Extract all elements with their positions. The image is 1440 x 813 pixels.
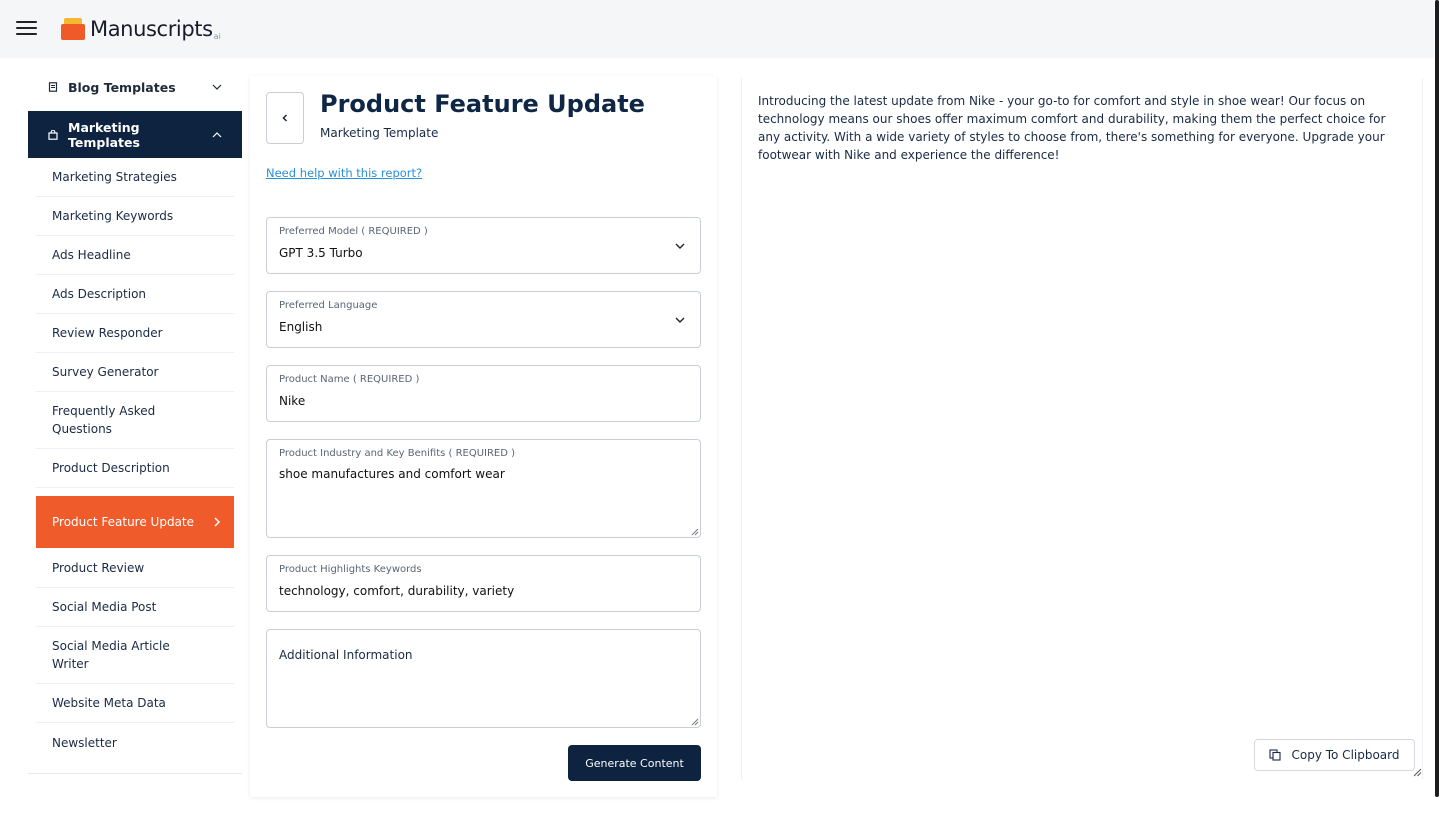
sidebar-item-label: Newsletter: [52, 735, 117, 750]
sidebar-item-ads-description[interactable]: Ads Description: [36, 275, 234, 314]
sidebar-item-label: Marketing Keywords: [52, 209, 174, 223]
sidebar-item-website-meta-data[interactable]: Website Meta Data: [36, 684, 234, 723]
sidebar-item-label: Review Responder: [52, 326, 163, 340]
sidebar-item-product-description[interactable]: Product Description: [36, 449, 234, 488]
page-scrollbar[interactable]: [1434, 0, 1440, 813]
product-name-input[interactable]: Product Name ( REQUIRED ) Nike: [266, 365, 701, 422]
additional-info-textarea[interactable]: Additional Information: [266, 629, 701, 728]
sidebar-group-blog-templates[interactable]: Blog Templates: [28, 64, 242, 110]
sidebar-item-ads-headline[interactable]: Ads Headline: [36, 236, 234, 275]
resize-handle-icon[interactable]: [691, 718, 699, 726]
sidebar-item-newsletter[interactable]: Newsletter: [36, 723, 234, 762]
hamburger-menu-icon[interactable]: [16, 20, 38, 36]
chevron-down-icon: [212, 84, 222, 90]
sidebar-item-marketing-strategies[interactable]: Marketing Strategies: [36, 158, 234, 197]
field-value: technology, comfort, durability, variety: [279, 584, 515, 598]
chevron-down-icon: [675, 317, 685, 323]
chevron-left-icon: [282, 114, 288, 122]
back-button[interactable]: [266, 92, 304, 144]
copy-label: Copy To Clipboard: [1291, 748, 1400, 762]
sidebar-item-label: Product Review: [52, 561, 145, 575]
copy-icon: [1269, 749, 1282, 761]
help-link[interactable]: Need help with this report?: [266, 166, 422, 180]
chevron-down-icon: [675, 243, 685, 249]
sidebar: Blog Templates Marketing Templates Marke…: [28, 64, 242, 774]
sidebar-item-label: Marketing Strategies: [52, 170, 177, 184]
preferred-model-select[interactable]: Preferred Model ( REQUIRED ) GPT 3.5 Tur…: [266, 217, 701, 274]
app-logo[interactable]: Manuscripts ai: [61, 15, 221, 43]
sidebar-item-label: Social Media Article Writer: [52, 639, 170, 671]
product-highlights-input[interactable]: Product Highlights Keywords technology, …: [266, 555, 701, 612]
sidebar-item-survey-generator[interactable]: Survey Generator: [36, 353, 234, 392]
field-label: Product Highlights Keywords: [279, 564, 422, 575]
sidebar-item-review-responder[interactable]: Review Responder: [36, 314, 234, 353]
page-subtitle: Marketing Template: [320, 126, 439, 140]
app-suffix: ai: [213, 32, 221, 41]
field-label: Preferred Model ( REQUIRED ): [279, 226, 428, 237]
field-label: Preferred Language: [279, 300, 378, 311]
sidebar-item-social-media-article-writer[interactable]: Social Media Article Writer: [36, 627, 234, 684]
field-value: GPT 3.5 Turbo: [279, 246, 363, 260]
sidebar-item-label: Website Meta Data: [52, 696, 166, 710]
chevron-up-icon: [212, 131, 222, 137]
bag-icon: [48, 129, 58, 140]
sidebar-item-label: Social Media Post: [52, 600, 157, 614]
resize-handle-icon[interactable]: [691, 528, 699, 536]
field-value: shoe manufactures and comfort wear: [279, 467, 505, 481]
sidebar-group-label: Blog Templates: [68, 79, 176, 95]
document-icon: [48, 82, 58, 92]
field-label: Product Name ( REQUIRED ): [279, 374, 420, 385]
sidebar-group-label: Marketing Templates: [68, 119, 140, 150]
page-title: Product Feature Update: [320, 90, 645, 118]
sidebar-item-marketing-keywords[interactable]: Marketing Keywords: [36, 197, 234, 236]
field-label: Product Industry and Key Benifits ( REQU…: [279, 448, 516, 459]
envelope-logo-icon: [61, 18, 85, 40]
field-value: English: [279, 320, 323, 334]
sidebar-item-social-media-post[interactable]: Social Media Post: [36, 588, 234, 627]
sidebar-item-faq[interactable]: Frequently Asked Questions: [36, 392, 234, 449]
field-value: Nike: [279, 394, 306, 408]
sidebar-item-label: Frequently Asked Questions: [52, 404, 156, 436]
preferred-language-select[interactable]: Preferred Language English: [266, 291, 701, 348]
app-name: Manuscripts: [90, 17, 213, 41]
sidebar-item-label: Survey Generator: [52, 365, 159, 379]
generated-text[interactable]: Introducing the latest update from Nike …: [758, 92, 1398, 164]
sidebar-item-product-review[interactable]: Product Review: [36, 549, 234, 588]
copy-to-clipboard-button[interactable]: Copy To Clipboard: [1254, 739, 1415, 771]
field-placeholder: Additional Information: [279, 648, 413, 662]
chevron-right-icon: [214, 517, 221, 527]
scrollbar-thumb[interactable]: [1435, 0, 1439, 797]
sidebar-item-label: Product Description: [52, 461, 170, 475]
resize-handle-icon[interactable]: [1413, 768, 1422, 777]
top-bar: Manuscripts ai: [0, 0, 1434, 58]
generate-content-button[interactable]: Generate Content: [568, 745, 701, 781]
sidebar-item-product-feature-update[interactable]: Product Feature Update: [36, 496, 234, 548]
product-industry-textarea[interactable]: Product Industry and Key Benifits ( REQU…: [266, 439, 701, 538]
sidebar-group-marketing-templates[interactable]: Marketing Templates: [28, 111, 242, 158]
sidebar-item-label: Product Feature Update: [52, 515, 194, 529]
sidebar-item-label: Ads Description: [52, 287, 147, 301]
sidebar-item-label: Ads Headline: [52, 248, 131, 262]
output-panel[interactable]: Introducing the latest update from Nike …: [741, 78, 1423, 779]
